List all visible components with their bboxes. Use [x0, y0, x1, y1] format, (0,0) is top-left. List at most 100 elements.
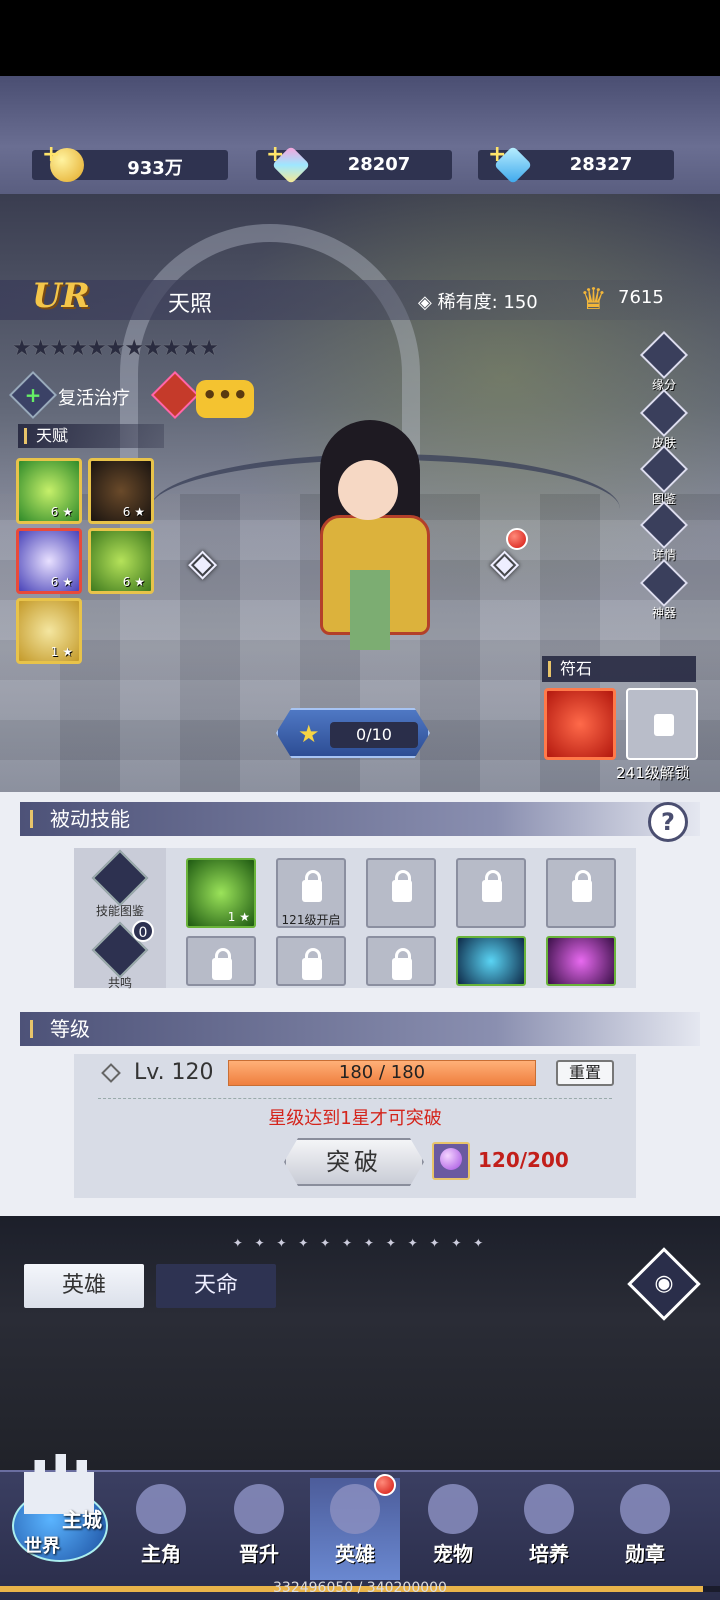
diamond-counter[interactable]: + 28327 — [478, 142, 674, 185]
rarity-text: 稀有度: 150 — [437, 292, 538, 313]
material-count: 120/200 — [478, 1148, 569, 1172]
passive-skill-1[interactable]: 1 ★ — [186, 858, 256, 928]
world-label: 世界 — [24, 1536, 60, 1557]
hero-helmet-icon — [330, 1484, 380, 1534]
passive-skill-5-locked[interactable] — [546, 858, 616, 928]
class-label: 复活治疗 — [58, 388, 130, 409]
rarity-tier-badge: UR — [32, 276, 90, 316]
add-gold-icon[interactable]: + — [42, 142, 60, 167]
bottom-background — [0, 1216, 720, 1470]
lock-icon — [392, 948, 412, 980]
reset-button[interactable]: 重置 — [556, 1060, 614, 1086]
nav-pet[interactable]: 宠物 — [408, 1478, 498, 1580]
nav-training[interactable]: 培养 — [504, 1478, 594, 1580]
star-up-icon: ★ — [298, 720, 320, 748]
protagonist-icon — [136, 1484, 186, 1534]
breakthrough-warning: 星级达到1星才可突破 — [268, 1108, 442, 1129]
crown-icon: ♛ — [580, 282, 607, 317]
purple-orb-icon — [432, 1142, 470, 1180]
passive-skill-7-locked[interactable] — [276, 936, 346, 986]
tab-hero[interactable]: 英雄 — [24, 1264, 144, 1308]
talent-level: 6 ★ — [50, 575, 73, 589]
training-icon — [524, 1484, 574, 1534]
rarity-value: ◈ 稀有度: 150 — [418, 292, 538, 313]
passive-skill-2-locked[interactable]: 121级开启 — [276, 858, 346, 928]
star-exp-value: 0/10 — [330, 722, 418, 748]
eye-icon: ◉ — [654, 1271, 674, 1296]
side-menu-artifact[interactable]: 神器 — [639, 558, 689, 621]
skill-level: 1 ★ — [227, 910, 250, 924]
hero-name-bar — [0, 280, 720, 320]
nav-medal[interactable]: 勋章 — [600, 1478, 690, 1580]
breakthrough-button[interactable]: 突破 — [284, 1138, 424, 1186]
codex-icon — [639, 444, 689, 494]
nav-protagonist[interactable]: 主角 — [116, 1478, 206, 1580]
talent-slot-2[interactable]: 6 ★ — [88, 458, 154, 524]
lock-icon — [302, 870, 322, 902]
passive-skill-8-locked[interactable] — [366, 936, 436, 986]
skin-icon — [639, 388, 689, 438]
book-icon — [91, 849, 149, 907]
passive-skill-9[interactable] — [456, 936, 526, 986]
lock-icon — [302, 948, 322, 980]
power-value: 7615 — [618, 287, 664, 308]
add-gem-icon[interactable]: + — [266, 142, 284, 167]
hero-name: 天照 — [168, 292, 213, 317]
search-icon — [639, 500, 689, 550]
hero-notification-dot — [374, 1474, 396, 1496]
rune-unlock-text: 241级解锁 — [616, 764, 690, 782]
world-button[interactable]: 主城 世界 — [6, 1440, 108, 1570]
rune-label: 符石 — [542, 656, 696, 682]
tab-destiny[interactable]: 天命 — [156, 1264, 276, 1308]
passive-skill-6-locked[interactable] — [186, 936, 256, 986]
gold-value: 933万 — [127, 158, 183, 179]
passive-skill-4-locked[interactable] — [456, 858, 526, 928]
talent-level: 6 ★ — [122, 505, 145, 519]
rune-slot-2-locked[interactable] — [626, 688, 698, 760]
rune-slot-1[interactable] — [544, 688, 616, 760]
passive-skill-header: 被动技能 — [20, 802, 700, 836]
gem-counter[interactable]: + 28207 — [256, 142, 452, 185]
status-bar — [0, 0, 720, 76]
talent-slot-3[interactable]: 6 ★ — [16, 528, 82, 594]
prev-hero-arrow-icon[interactable]: ◈ — [188, 540, 217, 584]
artifact-icon — [639, 558, 689, 608]
hero-character[interactable] — [300, 420, 450, 665]
ornament-divider: ✦ ✦ ✦ ✦ ✦ ✦ ✦ ✦ ✦ ✦ ✦ ✦ — [0, 1236, 720, 1250]
main-city-label: 主城 — [62, 1508, 102, 1532]
side-menu-codex[interactable]: 图鉴 — [639, 444, 689, 507]
chat-bubble-icon[interactable]: ••• — [196, 380, 254, 418]
talent-slot-4[interactable]: 6 ★ — [88, 528, 154, 594]
help-button[interactable]: ? — [648, 802, 688, 842]
promotion-icon — [234, 1484, 284, 1534]
passive-skill-10[interactable] — [546, 936, 616, 986]
add-diamond-icon[interactable]: + — [488, 142, 506, 167]
talent-level: 6 ★ — [50, 505, 73, 519]
lock-icon — [654, 714, 674, 736]
talent-label: 天赋 — [18, 424, 164, 448]
side-menu-details[interactable]: 详情 — [639, 500, 689, 563]
talent-level: 6 ★ — [122, 575, 145, 589]
diamond-value: 28327 — [569, 154, 633, 175]
lock-icon — [392, 870, 412, 902]
bond-icon — [639, 330, 689, 380]
talent-slot-1[interactable]: 6 ★ — [16, 458, 82, 524]
skill-codex-button[interactable]: 技能图鉴 — [90, 849, 150, 919]
level-progress-bar: 180 / 180 — [228, 1060, 536, 1086]
nav-promotion[interactable]: 晋升 — [214, 1478, 304, 1580]
player-exp-text: 332496050 / 340200000 — [273, 1580, 447, 1596]
talent-level: 1 ★ — [50, 645, 73, 659]
star-exp-pill[interactable]: ★ 0/10 — [276, 708, 430, 758]
resonance-count-badge: 0 — [132, 920, 154, 942]
side-menu-skin[interactable]: 皮肤 — [639, 388, 689, 451]
notification-dot — [506, 528, 528, 550]
passive-skill-3-locked[interactable] — [366, 858, 436, 928]
divider-line — [98, 1098, 612, 1099]
gem-value: 28207 — [347, 154, 411, 175]
lock-icon — [482, 870, 502, 902]
talent-slot-5[interactable]: 1 ★ — [16, 598, 82, 664]
side-menu-bond[interactable]: 缘分 — [639, 330, 689, 393]
gold-counter[interactable]: + 933万 — [32, 142, 228, 182]
medal-icon — [620, 1484, 670, 1534]
pet-icon — [428, 1484, 478, 1534]
